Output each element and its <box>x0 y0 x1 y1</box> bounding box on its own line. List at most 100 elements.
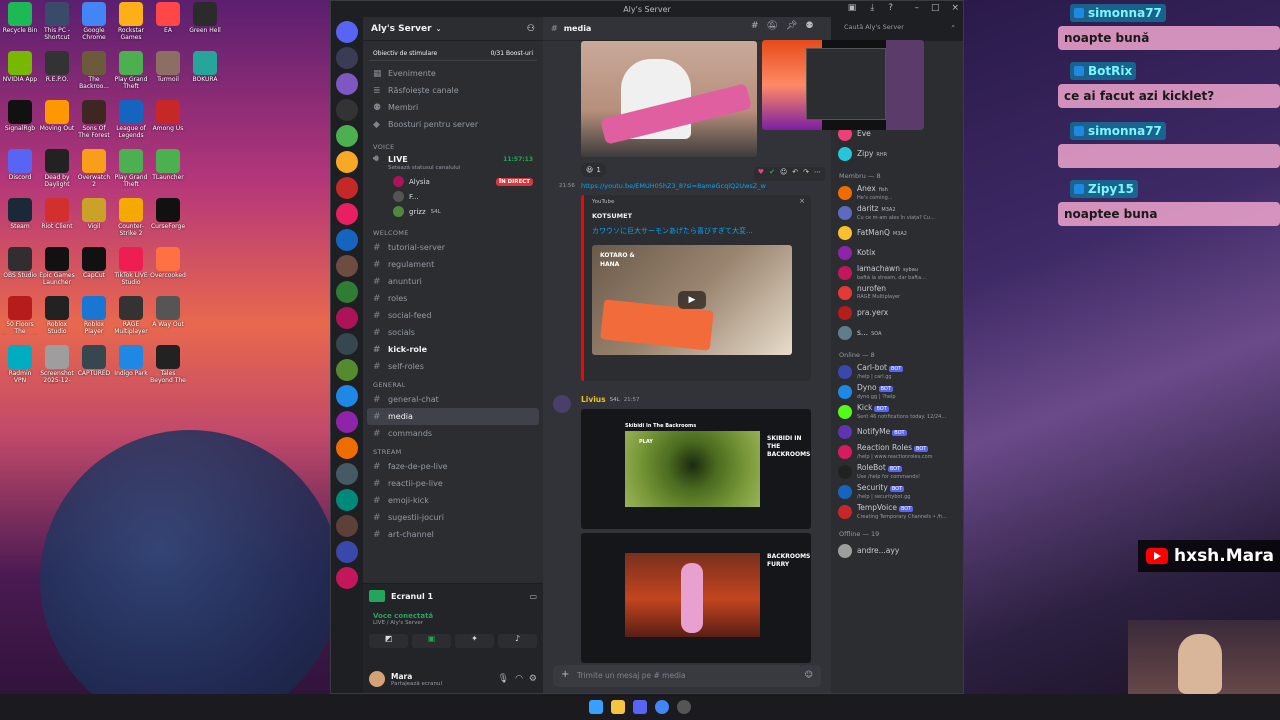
server-icon[interactable] <box>336 333 358 355</box>
voice-channel-ref[interactable]: LIVE / Aly's Server <box>373 620 533 626</box>
server-icon[interactable] <box>336 567 358 589</box>
channel-general-chat[interactable]: # general-chat <box>367 391 539 408</box>
gear-icon[interactable]: ⚙ <box>529 674 537 684</box>
check-icon[interactable]: ✔ <box>769 168 775 180</box>
desktop-icon[interactable]: Screenshot 2025-12-23... <box>39 345 75 384</box>
server-icon[interactable] <box>336 359 358 381</box>
voice-user-alysia[interactable]: Alysia ÎN DIRECT <box>367 174 539 189</box>
emoji-picker-icon[interactable]: ☺ <box>805 670 813 679</box>
windows-start-icon[interactable] <box>589 700 603 714</box>
desktop-icon[interactable]: A Way Out <box>150 296 186 335</box>
server-icon[interactable] <box>336 437 358 459</box>
desktop-icon[interactable]: BOKURA <box>187 51 223 90</box>
server-icon[interactable] <box>336 307 358 329</box>
plus-icon[interactable]: + <box>561 669 569 680</box>
embed-author[interactable]: KOTSUMET <box>592 212 632 220</box>
desktop-icon[interactable]: Google Chrome <box>76 2 112 41</box>
channel-anunturi[interactable]: # anunturi <box>367 273 539 290</box>
server-icon[interactable] <box>336 47 358 69</box>
menu-boosts[interactable]: ◆ Boosturi pentru server <box>367 116 539 133</box>
server-icon[interactable] <box>336 99 358 121</box>
desktop-icon[interactable]: Recycle Bin <box>2 2 38 41</box>
voice-channel-live[interactable]: 🔊︎ LIVE 11:57:13 <box>367 153 539 165</box>
help-icon[interactable]: ? <box>888 3 893 13</box>
desktop-icon[interactable]: Vigil <box>76 198 112 237</box>
desktop-icon[interactable]: CurseForge <box>150 198 186 237</box>
desktop-icon[interactable]: Overcooked <box>150 247 186 286</box>
add-member-icon[interactable]: ⚇ <box>527 24 535 34</box>
heart-icon[interactable]: ♥ <box>758 168 764 180</box>
youtube-link[interactable]: https://youtu.be/EMUH05hZ3_8?si=8ameGcql… <box>581 182 781 190</box>
desktop-icon[interactable]: Indigo Park <box>113 345 149 384</box>
obs-taskbar-icon[interactable] <box>677 700 691 714</box>
embed-title[interactable]: カワウソに巨大サーモンあげたら喜びすぎて大変... <box>592 226 807 236</box>
desktop-icon[interactable]: CAPTURED <box>76 345 112 384</box>
file-explorer-icon[interactable] <box>611 700 625 714</box>
reply-icon[interactable]: ↶ <box>792 168 798 180</box>
channel-art-channel[interactable]: # art-channel <box>367 526 539 543</box>
desktop-icon[interactable]: OBS Studio <box>2 247 38 286</box>
inbox-icon[interactable]: ▣ <box>848 3 857 13</box>
member-item[interactable]: pra.yerx <box>835 303 959 323</box>
member-item[interactable]: RoleBot BOT Use /help for commands! <box>835 462 959 482</box>
activity-button[interactable]: ✦ <box>455 634 494 648</box>
channel-media[interactable]: # media <box>367 408 539 425</box>
server-icon[interactable] <box>336 255 358 277</box>
member-item[interactable]: FatManQ M3A2 <box>835 223 959 243</box>
more-icon[interactable]: ⋯ <box>814 168 821 180</box>
server-icon[interactable] <box>336 463 358 485</box>
voice-user-f[interactable]: F... <box>367 189 539 204</box>
desktop-icon[interactable]: Rockstar Games Launcher <box>113 2 149 41</box>
search-input[interactable]: Caută Aly's Server ⌕ <box>839 21 959 35</box>
desktop-icon[interactable]: Moving Out <box>39 100 75 139</box>
channel-regulament[interactable]: # regulament <box>367 256 539 273</box>
discord-taskbar-icon[interactable] <box>633 700 647 714</box>
desktop-icon[interactable]: 50 Floors The Paranormal... <box>2 296 38 335</box>
channel-emoji-kick[interactable]: # emoji-kick <box>367 492 539 509</box>
desktop-icon[interactable]: Radmin VPN <box>2 345 38 384</box>
desktop-icon[interactable]: Among Us <box>150 100 186 139</box>
message-avatar[interactable] <box>553 395 571 413</box>
member-item[interactable]: NotifyMe BOT <box>835 422 959 442</box>
desktop-icon[interactable]: Discord <box>2 149 38 188</box>
server-icon[interactable] <box>336 125 358 147</box>
screen-share-preview[interactable] <box>762 40 924 130</box>
message-input[interactable]: + Trimite un mesaj pe # media ☺ <box>553 665 821 687</box>
channel-faze-de-pe-live[interactable]: # faze-de-pe-live <box>367 458 539 475</box>
desktop-icon[interactable]: Roblox Player <box>76 296 112 335</box>
close-button[interactable]: × <box>951 3 959 13</box>
attachment-screenshot-2[interactable]: BACKROOMS FURRY <box>581 533 811 663</box>
channel-social-feed[interactable]: # social-feed <box>367 307 539 324</box>
desktop-icon[interactable]: R.E.P.O. <box>39 51 75 90</box>
pin-icon[interactable]: 📌︎ <box>786 21 797 31</box>
server-icon[interactable] <box>336 541 358 563</box>
message-author[interactable]: Livius <box>581 395 606 404</box>
member-item[interactable]: Dyno BOT dyno.gg | ?help <box>835 382 959 402</box>
member-item[interactable]: TempVoice BOT Creating Temporary Channels … <box>835 502 959 522</box>
desktop-icon[interactable]: TLauncher <box>150 149 186 188</box>
channel-roles[interactable]: # roles <box>367 290 539 307</box>
desktop-icon[interactable]: Overwatch 2 <box>76 149 112 188</box>
server-icon[interactable] <box>336 281 358 303</box>
server-icon[interactable] <box>336 21 358 43</box>
channel-sugestii-jocuri[interactable]: # sugestii-jocuri <box>367 509 539 526</box>
avatar[interactable] <box>369 671 385 687</box>
desktop-icon[interactable]: Play Grand Theft Auto... <box>113 149 149 188</box>
member-item[interactable]: lamachawn sybau baftă la stream, dar bafta… <box>835 263 959 283</box>
desktop-icon[interactable]: League of Legends <box>113 100 149 139</box>
desktop-icon[interactable]: NVIDIA App <box>2 51 38 90</box>
desktop-icon[interactable]: Roblox Studio <box>39 296 75 335</box>
desktop-icon[interactable]: Counter-Strike 2 <box>113 198 149 237</box>
close-icon[interactable]: × <box>799 197 805 205</box>
member-item[interactable]: nurofen RAGE Multiplayer <box>835 283 959 303</box>
channel-reactii-pe-live[interactable]: # reactii-pe-live <box>367 475 539 492</box>
desktop-icon[interactable]: SignalRgb <box>2 100 38 139</box>
channel-commands[interactable]: # commands <box>367 425 539 442</box>
member-item[interactable]: Reaction Roles BOT/help | www.reactionrol… <box>835 442 959 462</box>
server-icon[interactable] <box>336 385 358 407</box>
server-icon[interactable] <box>336 203 358 225</box>
menu-events[interactable]: ▦ Evenimente <box>367 65 539 82</box>
desktop-icon[interactable]: Riot Client <box>39 198 75 237</box>
mic-icon[interactable]: 🎙︎ <box>498 674 509 684</box>
members-list-icon[interactable]: ⚉ <box>805 21 813 31</box>
